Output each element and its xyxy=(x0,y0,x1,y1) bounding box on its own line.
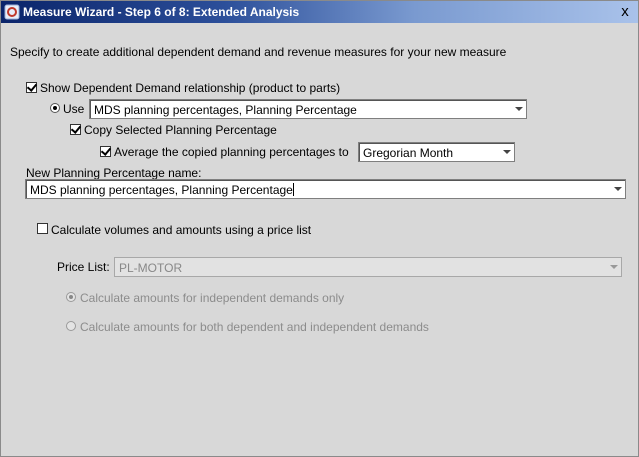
average-period-value: Gregorian Month xyxy=(363,146,454,160)
both-demands-radio[interactable] xyxy=(66,321,76,331)
chevron-down-icon[interactable] xyxy=(498,143,514,161)
chevron-down-icon[interactable] xyxy=(605,258,621,276)
oracle-app-icon xyxy=(4,4,20,20)
close-icon[interactable]: x xyxy=(616,3,634,21)
new-planning-percentage-name-value: MDS planning percentages, Planning Perce… xyxy=(30,183,293,197)
average-percentages-label: Average the copied planning percentages … xyxy=(114,145,349,159)
price-list-label: Price List: xyxy=(57,260,110,274)
measure-wizard-window: Measure Wizard - Step 6 of 8: Extended A… xyxy=(0,0,639,457)
average-period-select[interactable]: Gregorian Month xyxy=(358,142,515,162)
text-cursor xyxy=(292,183,294,196)
copy-planning-percentage-checkbox[interactable] xyxy=(70,124,81,135)
window-title: Measure Wizard - Step 6 of 8: Extended A… xyxy=(23,5,300,19)
price-list-select[interactable]: PL-MOTOR xyxy=(114,257,622,277)
chevron-down-icon[interactable] xyxy=(609,180,625,198)
independent-only-label: Calculate amounts for independent demand… xyxy=(80,291,345,305)
price-list-checkbox-label: Calculate volumes and amounts using a pr… xyxy=(51,223,312,237)
price-list-checkbox[interactable] xyxy=(37,223,48,234)
use-radio-label: Use xyxy=(63,102,85,116)
average-percentages-checkbox[interactable] xyxy=(100,146,111,157)
show-dependent-demand-checkbox[interactable] xyxy=(26,82,37,93)
title-bar[interactable]: Measure Wizard - Step 6 of 8: Extended A… xyxy=(1,1,638,23)
new-planning-percentage-name-label: New Planning Percentage name: xyxy=(26,166,202,180)
copy-planning-percentage-label: Copy Selected Planning Percentage xyxy=(84,123,277,137)
instruction-text: Specify to create additional dependent d… xyxy=(10,45,507,59)
planning-percentage-select[interactable]: MDS planning percentages, Planning Perce… xyxy=(89,99,527,119)
both-demands-label: Calculate amounts for both dependent and… xyxy=(80,320,429,334)
price-list-value: PL-MOTOR xyxy=(119,261,183,275)
use-radio[interactable] xyxy=(50,103,60,113)
planning-percentage-value: MDS planning percentages, Planning Perce… xyxy=(94,103,357,117)
show-dependent-demand-label: Show Dependent Demand relationship (prod… xyxy=(40,81,341,95)
independent-only-radio[interactable] xyxy=(66,292,76,302)
new-planning-percentage-name-input[interactable]: MDS planning percentages, Planning Perce… xyxy=(25,179,626,199)
chevron-down-icon[interactable] xyxy=(510,100,526,118)
